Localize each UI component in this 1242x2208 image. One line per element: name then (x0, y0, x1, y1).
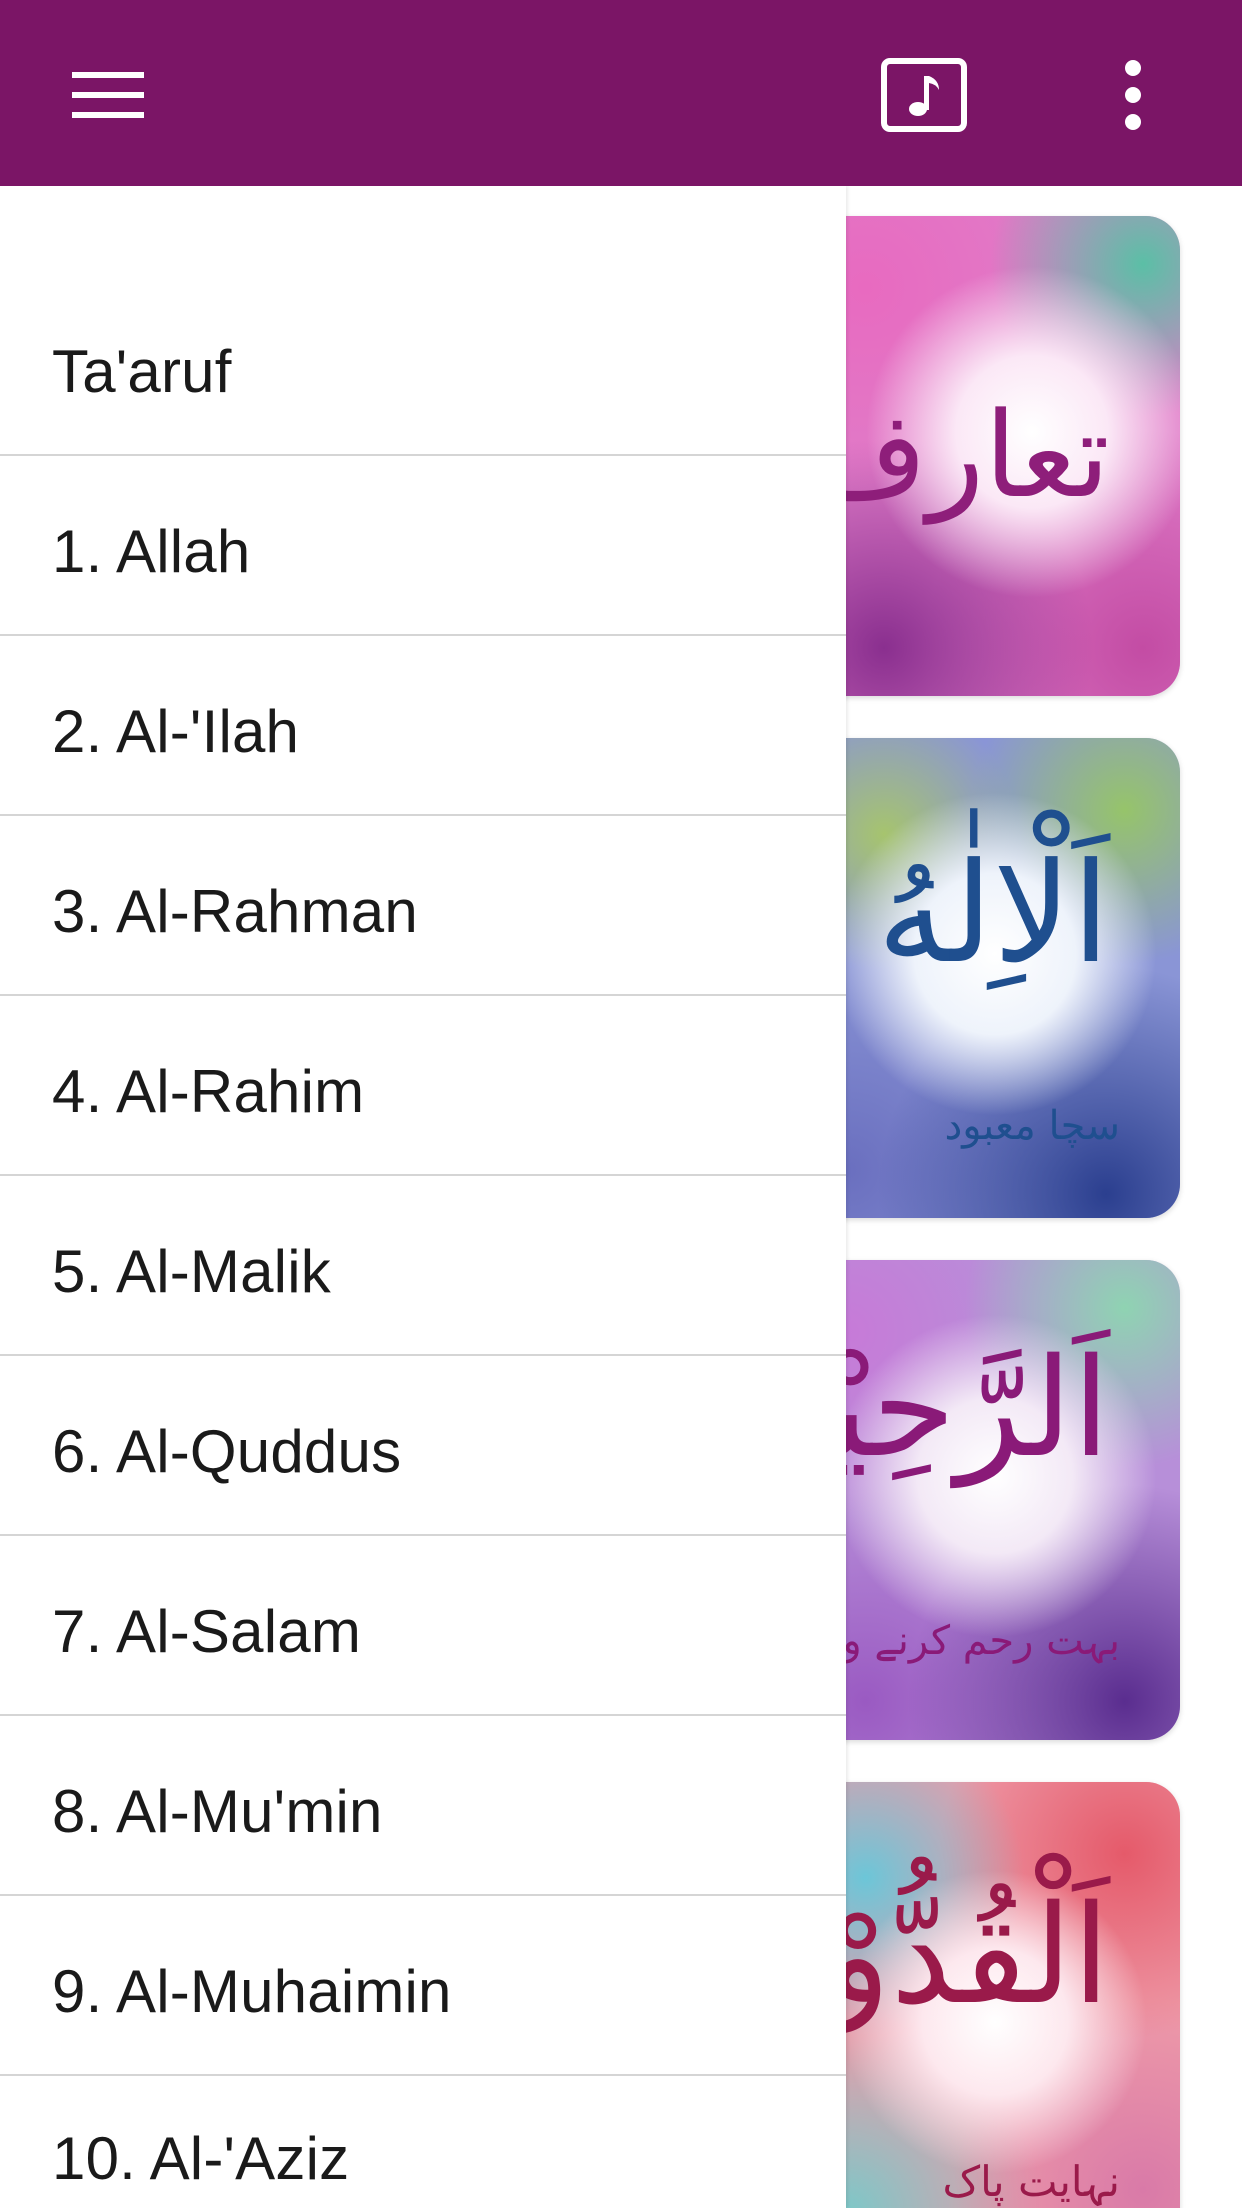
drawer-item-allah[interactable]: 1. Allah (0, 456, 846, 636)
card-urdu-text: نہایت پاک (942, 2157, 1120, 2206)
card-arabic-text: اَلرَّحِيْمُ (810, 1330, 1110, 1488)
card-al-quddus[interactable]: اَلْقُدُّوْسُ نہایت پاک (810, 1782, 1180, 2208)
drawer-item-al-ilah[interactable]: 2. Al-'Ilah (0, 636, 846, 816)
music-note-icon (881, 58, 967, 132)
drawer-item-al-malik[interactable]: 5. Al-Malik (0, 1176, 846, 1356)
drawer-item-label: Ta'aruf (52, 338, 232, 405)
more-options-button[interactable] (1100, 50, 1166, 140)
card-al-ilah[interactable]: اَلْاِلٰهُ سچا معبود (810, 738, 1180, 1218)
drawer-item-label: 10. Al-'Aziz (52, 2125, 350, 2192)
drawer-item-label: 2. Al-'Ilah (52, 698, 300, 765)
drawer-item-label: 7. Al-Salam (52, 1598, 361, 1665)
drawer-item-al-rahim[interactable]: 4. Al-Rahim (0, 996, 846, 1176)
navigation-drawer: Ta'aruf 1. Allah 2. Al-'Ilah 3. Al-Rahma… (0, 186, 846, 2208)
card-urdu-text: سچا معبود (944, 1103, 1120, 1149)
drawer-item-label: 6. Al-Quddus (52, 1418, 402, 1485)
card-al-rahim[interactable]: اَلرَّحِيْمُ بہت رحم کرنے والا (810, 1260, 1180, 1740)
drawer-item-taaruf[interactable]: Ta'aruf (0, 186, 846, 456)
card-arabic-text: اَلْقُدُّوْسُ (810, 1877, 1110, 2035)
drawer-item-al-salam[interactable]: 7. Al-Salam (0, 1536, 846, 1716)
app-bar (0, 0, 1242, 186)
more-vertical-icon (1125, 60, 1141, 130)
drawer-item-al-quddus[interactable]: 6. Al-Quddus (0, 1356, 846, 1536)
drawer-item-label: 4. Al-Rahim (52, 1058, 365, 1125)
drawer-item-label: 8. Al-Mu'min (52, 1778, 383, 1845)
drawer-item-label: 9. Al-Muhaimin (52, 1958, 452, 2025)
drawer-item-label: 3. Al-Rahman (52, 878, 418, 945)
card-urdu-text: بہت رحم کرنے والا (810, 1618, 1120, 1664)
card-taaruf[interactable]: تعارف (810, 216, 1180, 696)
card-arabic-text: تعارف (810, 386, 1110, 524)
music-button[interactable] (872, 50, 976, 140)
card-arabic-text: اَلْاِلٰهُ (876, 833, 1110, 994)
drawer-item-al-mumin[interactable]: 8. Al-Mu'min (0, 1716, 846, 1896)
drawer-item-al-rahman[interactable]: 3. Al-Rahman (0, 816, 846, 996)
drawer-item-al-aziz[interactable]: 10. Al-'Aziz (0, 2076, 846, 2208)
hamburger-menu-icon (72, 72, 144, 118)
drawer-item-label: 1. Allah (52, 518, 251, 585)
drawer-item-al-muhaimin[interactable]: 9. Al-Muhaimin (0, 1896, 846, 2076)
menu-button[interactable] (56, 50, 160, 140)
drawer-item-label: 5. Al-Malik (52, 1238, 331, 1305)
